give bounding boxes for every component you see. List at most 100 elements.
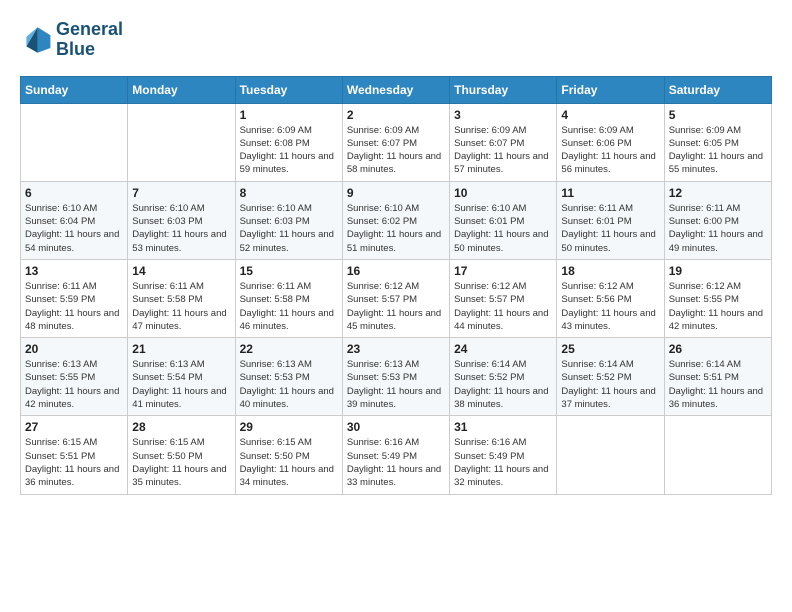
day-info: Sunrise: 6:10 AM Sunset: 6:03 PM Dayligh…	[240, 202, 338, 255]
calendar-cell: 4 Sunrise: 6:09 AM Sunset: 6:06 PM Daylig…	[557, 103, 664, 181]
calendar-cell: 7 Sunrise: 6:10 AM Sunset: 6:03 PM Daylig…	[128, 181, 235, 259]
day-number: 22	[240, 342, 338, 356]
calendar-cell: 30 Sunrise: 6:16 AM Sunset: 5:49 PM Dayli…	[342, 416, 449, 494]
day-info: Sunrise: 6:13 AM Sunset: 5:55 PM Dayligh…	[25, 358, 123, 411]
day-number: 26	[669, 342, 767, 356]
calendar-cell: 31Sunrise: 6:16 AM Sunset: 5:49 PM Dayli…	[450, 416, 557, 494]
day-number: 17	[454, 264, 552, 278]
calendar-cell	[557, 416, 664, 494]
day-info: Sunrise: 6:10 AM Sunset: 6:02 PM Dayligh…	[347, 202, 445, 255]
day-info: Sunrise: 6:09 AM Sunset: 6:07 PM Dayligh…	[347, 124, 445, 177]
day-info: Sunrise: 6:13 AM Sunset: 5:53 PM Dayligh…	[347, 358, 445, 411]
calendar-cell: 26 Sunrise: 6:14 AM Sunset: 5:51 PM Dayli…	[664, 338, 771, 416]
day-info: Sunrise: 6:12 AM Sunset: 5:56 PM Dayligh…	[561, 280, 659, 333]
day-number: 5	[669, 108, 767, 122]
calendar-cell: 19 Sunrise: 6:12 AM Sunset: 5:55 PM Dayli…	[664, 259, 771, 337]
weekday-tuesday: Tuesday	[235, 76, 342, 103]
weekday-wednesday: Wednesday	[342, 76, 449, 103]
calendar-cell: 22Sunrise: 6:13 AM Sunset: 5:53 PM Dayli…	[235, 338, 342, 416]
weekday-header-row: SundayMondayTuesdayWednesdayThursdayFrid…	[21, 76, 772, 103]
day-info: Sunrise: 6:10 AM Sunset: 6:03 PM Dayligh…	[132, 202, 230, 255]
day-info: Sunrise: 6:15 AM Sunset: 5:50 PM Dayligh…	[240, 436, 338, 489]
day-number: 2	[347, 108, 445, 122]
day-info: Sunrise: 6:11 AM Sunset: 5:58 PM Dayligh…	[132, 280, 230, 333]
calendar-cell: 9 Sunrise: 6:10 AM Sunset: 6:02 PM Daylig…	[342, 181, 449, 259]
calendar-cell: 14Sunrise: 6:11 AM Sunset: 5:58 PM Dayli…	[128, 259, 235, 337]
day-number: 11	[561, 186, 659, 200]
logo-text-line2: Blue	[56, 40, 123, 60]
day-number: 12	[669, 186, 767, 200]
weekday-sunday: Sunday	[21, 76, 128, 103]
weekday-friday: Friday	[557, 76, 664, 103]
day-number: 8	[240, 186, 338, 200]
day-info: Sunrise: 6:11 AM Sunset: 6:01 PM Dayligh…	[561, 202, 659, 255]
calendar-cell	[128, 103, 235, 181]
calendar-cell: 21Sunrise: 6:13 AM Sunset: 5:54 PM Dayli…	[128, 338, 235, 416]
day-info: Sunrise: 6:14 AM Sunset: 5:52 PM Dayligh…	[454, 358, 552, 411]
day-number: 25	[561, 342, 659, 356]
day-info: Sunrise: 6:09 AM Sunset: 6:08 PM Dayligh…	[240, 124, 338, 177]
page-header: General Blue	[20, 20, 772, 60]
day-number: 20	[25, 342, 123, 356]
day-number: 1	[240, 108, 338, 122]
calendar-cell: 27Sunrise: 6:15 AM Sunset: 5:51 PM Dayli…	[21, 416, 128, 494]
calendar-cell: 16Sunrise: 6:12 AM Sunset: 5:57 PM Dayli…	[342, 259, 449, 337]
day-info: Sunrise: 6:15 AM Sunset: 5:51 PM Dayligh…	[25, 436, 123, 489]
calendar-week-1: 1 Sunrise: 6:09 AM Sunset: 6:08 PM Daylig…	[21, 103, 772, 181]
day-info: Sunrise: 6:10 AM Sunset: 6:01 PM Dayligh…	[454, 202, 552, 255]
calendar-cell: 13 Sunrise: 6:11 AM Sunset: 5:59 PM Dayli…	[21, 259, 128, 337]
calendar-cell: 28 Sunrise: 6:15 AM Sunset: 5:50 PM Dayli…	[128, 416, 235, 494]
calendar-cell: 24 Sunrise: 6:14 AM Sunset: 5:52 PM Dayli…	[450, 338, 557, 416]
calendar-cell: 2 Sunrise: 6:09 AM Sunset: 6:07 PM Daylig…	[342, 103, 449, 181]
calendar-cell	[21, 103, 128, 181]
day-info: Sunrise: 6:09 AM Sunset: 6:07 PM Dayligh…	[454, 124, 552, 177]
calendar-header: SundayMondayTuesdayWednesdayThursdayFrid…	[21, 76, 772, 103]
day-number: 28	[132, 420, 230, 434]
day-info: Sunrise: 6:12 AM Sunset: 5:55 PM Dayligh…	[669, 280, 767, 333]
day-number: 9	[347, 186, 445, 200]
weekday-monday: Monday	[128, 76, 235, 103]
logo: General Blue	[20, 20, 123, 60]
logo-text-line1: General	[56, 20, 123, 40]
day-number: 29	[240, 420, 338, 434]
calendar-cell: 5 Sunrise: 6:09 AM Sunset: 6:05 PM Daylig…	[664, 103, 771, 181]
day-info: Sunrise: 6:09 AM Sunset: 6:05 PM Dayligh…	[669, 124, 767, 177]
calendar-cell: 29 Sunrise: 6:15 AM Sunset: 5:50 PM Dayli…	[235, 416, 342, 494]
day-number: 13	[25, 264, 123, 278]
day-info: Sunrise: 6:14 AM Sunset: 5:51 PM Dayligh…	[669, 358, 767, 411]
calendar-cell: 18 Sunrise: 6:12 AM Sunset: 5:56 PM Dayli…	[557, 259, 664, 337]
calendar-cell: 23 Sunrise: 6:13 AM Sunset: 5:53 PM Dayli…	[342, 338, 449, 416]
day-number: 7	[132, 186, 230, 200]
day-number: 23	[347, 342, 445, 356]
calendar-week-2: 6Sunrise: 6:10 AM Sunset: 6:04 PM Daylig…	[21, 181, 772, 259]
calendar-cell: 11 Sunrise: 6:11 AM Sunset: 6:01 PM Dayli…	[557, 181, 664, 259]
day-info: Sunrise: 6:12 AM Sunset: 5:57 PM Dayligh…	[347, 280, 445, 333]
day-info: Sunrise: 6:10 AM Sunset: 6:04 PM Dayligh…	[25, 202, 123, 255]
calendar-table: SundayMondayTuesdayWednesdayThursdayFrid…	[20, 76, 772, 495]
calendar-cell: 12 Sunrise: 6:11 AM Sunset: 6:00 PM Dayli…	[664, 181, 771, 259]
calendar-cell: 20 Sunrise: 6:13 AM Sunset: 5:55 PM Dayli…	[21, 338, 128, 416]
day-info: Sunrise: 6:09 AM Sunset: 6:06 PM Dayligh…	[561, 124, 659, 177]
day-number: 15	[240, 264, 338, 278]
day-info: Sunrise: 6:16 AM Sunset: 5:49 PM Dayligh…	[347, 436, 445, 489]
day-number: 18	[561, 264, 659, 278]
calendar-cell: 10Sunrise: 6:10 AM Sunset: 6:01 PM Dayli…	[450, 181, 557, 259]
day-info: Sunrise: 6:11 AM Sunset: 6:00 PM Dayligh…	[669, 202, 767, 255]
calendar-cell: 6Sunrise: 6:10 AM Sunset: 6:04 PM Daylig…	[21, 181, 128, 259]
day-number: 30	[347, 420, 445, 434]
calendar-cell: 17Sunrise: 6:12 AM Sunset: 5:57 PM Dayli…	[450, 259, 557, 337]
calendar-cell: 3Sunrise: 6:09 AM Sunset: 6:07 PM Daylig…	[450, 103, 557, 181]
day-number: 4	[561, 108, 659, 122]
day-info: Sunrise: 6:11 AM Sunset: 5:59 PM Dayligh…	[25, 280, 123, 333]
day-info: Sunrise: 6:13 AM Sunset: 5:54 PM Dayligh…	[132, 358, 230, 411]
day-number: 19	[669, 264, 767, 278]
day-info: Sunrise: 6:15 AM Sunset: 5:50 PM Dayligh…	[132, 436, 230, 489]
weekday-saturday: Saturday	[664, 76, 771, 103]
calendar-cell: 8 Sunrise: 6:10 AM Sunset: 6:03 PM Daylig…	[235, 181, 342, 259]
day-number: 24	[454, 342, 552, 356]
calendar-week-5: 27Sunrise: 6:15 AM Sunset: 5:51 PM Dayli…	[21, 416, 772, 494]
weekday-thursday: Thursday	[450, 76, 557, 103]
day-number: 31	[454, 420, 552, 434]
calendar-cell: 1 Sunrise: 6:09 AM Sunset: 6:08 PM Daylig…	[235, 103, 342, 181]
logo-icon	[20, 24, 52, 56]
